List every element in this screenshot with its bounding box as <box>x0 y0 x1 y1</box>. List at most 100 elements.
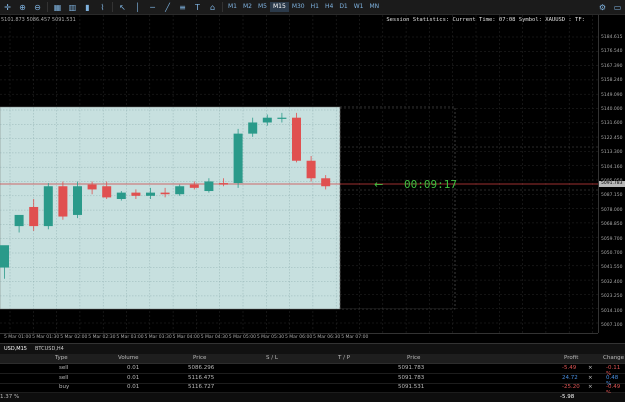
timeframe-h4[interactable]: H4 <box>322 2 336 12</box>
settings-icon[interactable]: ⚙ <box>597 2 608 12</box>
channel-icon[interactable]: ≡ <box>177 2 188 12</box>
zoom-out-icon[interactable]: ⊖ <box>32 2 43 12</box>
trade-profit: -5.49 <box>562 365 577 371</box>
timeframe-m2[interactable]: M2 <box>240 2 255 12</box>
close-position-icon[interactable]: × <box>588 384 593 390</box>
price-tick-label: 5023.250 <box>601 294 623 300</box>
candle-body <box>233 133 243 184</box>
trade-type: sell <box>59 374 69 381</box>
candle-body <box>204 181 214 192</box>
candle-body <box>131 192 141 196</box>
time-tick-label: 5 Mar 07:00 <box>341 335 369 340</box>
timeframe-d1[interactable]: D1 <box>336 2 350 12</box>
trade-open-price: 5116.727 <box>188 384 215 391</box>
tab-btcusd-h4[interactable]: BTCUSD,H4 <box>31 346 68 352</box>
text-icon[interactable]: T <box>192 2 203 12</box>
trade-volume: 0.01 <box>127 374 140 381</box>
timeframe-m15[interactable]: M15 <box>270 2 289 12</box>
grid-icon[interactable]: ▦ <box>52 2 63 12</box>
price-tick-label: 5167.390 <box>601 63 623 69</box>
candle-countdown: 00:09:17 <box>404 178 457 191</box>
toolbar-divider <box>222 2 223 12</box>
timeframe-w1[interactable]: W1 <box>351 2 367 12</box>
price-tick-label: 5014.100 <box>601 308 623 314</box>
candle-body <box>87 184 97 190</box>
time-tick-label: 5 Mar 05:00 <box>228 335 256 340</box>
trade-table-header: Type Volume Price S / L T / P Price Prof… <box>0 354 625 364</box>
price-tick-label: 5050.700 <box>601 251 623 256</box>
candle-body <box>0 245 9 268</box>
candle-body <box>29 206 39 227</box>
toolbar-divider <box>112 2 113 12</box>
time-tick-label: 5 Mar 06:00 <box>285 335 313 340</box>
candle-body <box>262 117 272 123</box>
price-axis[interactable]: 5184.615 5176.540 5167.390 5158.240 5149.090… <box>598 15 625 333</box>
window-icon[interactable]: ▭ <box>612 2 623 12</box>
timeframe-h1[interactable]: H1 <box>308 2 322 12</box>
time-axis[interactable]: 5 Mar 01:00 5 Mar 01:30 5 Mar 02:00 5 Mar 0… <box>0 333 598 343</box>
price-tick-label: 5131.600 <box>601 121 623 127</box>
candle-body <box>102 186 112 198</box>
trade-type: buy <box>59 384 70 391</box>
candle-body <box>321 178 331 187</box>
time-tick-label: 5 Mar 02:30 <box>88 335 116 340</box>
timeframe-m5[interactable]: M5 <box>255 2 270 12</box>
timeframe-mn[interactable]: MN <box>367 2 383 12</box>
price-chart[interactable] <box>0 15 625 341</box>
header-profit: Profit <box>564 355 579 361</box>
trade-current-price: 5091.531 <box>398 384 425 391</box>
trade-volume: 0.01 <box>127 384 140 391</box>
crosshair-icon[interactable]: ✛ <box>2 2 13 12</box>
trade-profit: 24.72 <box>562 374 578 381</box>
candle-body <box>277 117 287 119</box>
vertical-line-icon[interactable]: │ <box>132 2 143 12</box>
trade-volume: 0.01 <box>127 365 140 371</box>
candle-body <box>43 186 53 227</box>
price-tick-label: 5149.090 <box>601 92 623 98</box>
candle-body <box>58 186 68 217</box>
close-position-icon[interactable]: × <box>588 365 593 371</box>
price-tick-label: 5140.000 <box>601 107 623 112</box>
time-tick-label: 5 Mar 03:30 <box>144 335 172 340</box>
trade-open-price: 5086.296 <box>188 365 215 371</box>
close-position-icon[interactable]: × <box>588 375 593 381</box>
line-chart-icon[interactable]: ⌇ <box>97 2 108 12</box>
trendline-icon[interactable]: ╱ <box>162 2 173 12</box>
total-change: 1.37 % <box>0 394 20 400</box>
trade-row[interactable]: sell 0.01 5086.296 5091.783 -5.49 -0.11 % × <box>0 364 625 377</box>
price-tick-label: 5068.850 <box>601 222 623 228</box>
time-tick-label: 5 Mar 01:30 <box>32 335 60 340</box>
price-tick-label: 5032.400 <box>601 279 623 285</box>
toolbar: ✛ ⊕ ⊖ ▦ ▥ ▮ ⌇ ↖ │ ─ ╱ ≡ T ⌂ M1 M2 M5 M15… <box>0 0 625 15</box>
price-tick-label: 5087.150 <box>601 193 623 199</box>
time-tick-label: 5 Mar 01:00 <box>4 335 32 340</box>
trade-open-price: 5116.475 <box>188 374 215 381</box>
trade-row[interactable]: sell 0.01 5116.475 5091.783 24.72 0.48 % × <box>0 374 625 387</box>
bar-chart-icon[interactable]: ▥ <box>67 2 78 12</box>
candles-icon[interactable]: ▮ <box>82 2 93 12</box>
cursor-icon[interactable]: ↖ <box>117 2 128 12</box>
header-type: Type <box>55 355 68 361</box>
candle-body <box>189 184 199 188</box>
chart-tabs: USD,M15 BTCUSD,H4 <box>0 343 625 354</box>
price-tick-label: 5158.240 <box>601 78 623 84</box>
current-price-tag: 5091.783 <box>599 181 625 187</box>
trade-profit: -25.20 <box>562 384 580 391</box>
time-tick-label: 5 Mar 06:30 <box>313 335 341 340</box>
shapes-icon[interactable]: ⌂ <box>207 2 218 12</box>
time-tick-label: 5 Mar 03:00 <box>116 335 144 340</box>
timeframe-m1[interactable]: M1 <box>225 2 240 12</box>
price-tick-label: 5041.550 <box>601 265 623 271</box>
timeframe-m30[interactable]: M30 <box>289 2 308 12</box>
left-arrow-icon: ← <box>374 178 384 191</box>
horizontal-line-icon[interactable]: ─ <box>147 2 158 12</box>
header-volume: Volume <box>118 355 139 361</box>
time-tick-label: 5 Mar 02:00 <box>60 335 88 340</box>
trade-row[interactable]: buy0.015116.7275091.531-25.20-0.49 %× <box>0 383 625 396</box>
header-current-price: Price <box>407 355 421 361</box>
time-tick-label: 5 Mar 04:00 <box>172 335 200 340</box>
tab-xauusd-m15[interactable]: USD,M15 <box>0 346 31 352</box>
header-price: Price <box>193 355 207 361</box>
price-tick-label: 5104.160 <box>601 164 623 170</box>
zoom-in-icon[interactable]: ⊕ <box>17 2 28 12</box>
